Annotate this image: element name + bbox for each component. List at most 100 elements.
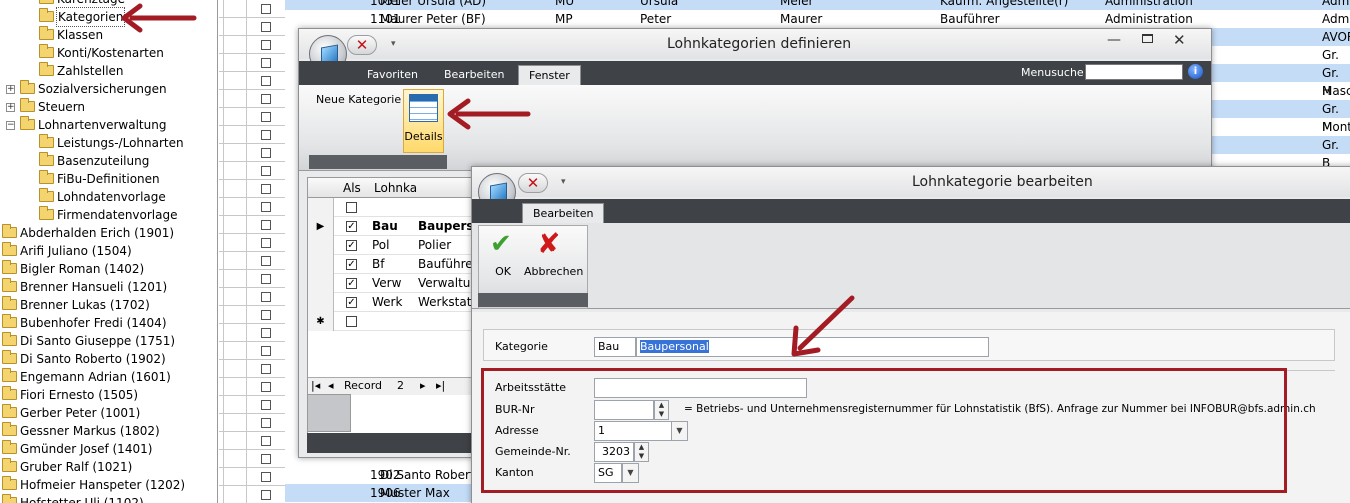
row-selector[interactable] [223,396,247,414]
row-selector[interactable] [223,0,247,18]
kategorie-code-field[interactable]: Bau [594,337,636,357]
row-checkbox[interactable] [261,94,271,104]
collapse-icon[interactable]: − [6,121,15,130]
row-checkbox[interactable] [346,316,357,327]
row-checkbox[interactable] [261,220,271,230]
tree-item[interactable]: Karenztage [0,0,217,8]
prev-record-icon[interactable]: ◂ [328,378,334,394]
row-selector[interactable] [223,162,247,180]
tab-favoriten[interactable]: Favoriten [357,65,428,85]
table-row[interactable]: ✓ Pol Polier [308,236,474,255]
tree-item[interactable]: Di Santo Giuseppe (1751) [0,332,217,350]
quick-access-dropdown-icon[interactable]: ▾ [391,39,396,49]
tree-item[interactable]: + Steuern [0,98,217,116]
row-selector[interactable] [223,36,247,54]
cancel-button[interactable]: ✘ Abbrechen [524,227,583,283]
row-checkbox[interactable] [261,238,271,248]
row-selector[interactable] [223,432,247,450]
new-row-icon[interactable]: ✱ [308,312,334,331]
column-header-als[interactable]: Als [343,181,361,195]
menusuche-input[interactable] [1085,64,1183,80]
row-checkbox[interactable] [261,310,271,320]
row-selector[interactable] [223,126,247,144]
row-checkbox[interactable] [261,454,271,464]
ok-button[interactable]: ✔ OK [486,229,520,283]
row-checkbox[interactable] [261,4,271,14]
current-row-icon[interactable]: ▶ [308,217,334,236]
kategorie-name-field[interactable]: Baupersonal [636,337,989,357]
row-selector[interactable] [223,18,247,36]
row-checkbox[interactable]: ✓ [346,240,357,251]
row-selector[interactable] [223,234,247,252]
maximize-icon[interactable] [1142,34,1153,43]
row-selector[interactable] [223,180,247,198]
last-record-icon[interactable]: ▸| [436,378,445,394]
details-button[interactable]: Details [403,89,444,153]
table-row[interactable]: ✱ [308,312,474,331]
quick-close-icon[interactable]: ✕ [518,173,548,193]
list-cell[interactable]: Mont [1212,118,1350,136]
tree-item[interactable]: Arifi Juliano (1504) [0,242,217,260]
tree-item[interactable]: Leistungs-/Lohnarten [0,134,217,152]
row-selector[interactable] [223,450,247,468]
row-checkbox[interactable] [261,148,271,158]
list-cell[interactable]: Gr. M [1212,100,1350,134]
table-row[interactable] [308,198,474,217]
row-selector[interactable] [223,324,247,342]
close-icon[interactable]: ✕ [1173,31,1186,49]
tree-item[interactable]: Gessner Markus (1802) [0,422,217,440]
next-record-icon[interactable]: ▸ [420,378,426,394]
minimize-icon[interactable]: — [1107,32,1121,48]
row-selector[interactable] [223,378,247,396]
list-cell[interactable]: Gr. B [1212,136,1350,170]
row-indicator[interactable] [308,293,334,312]
table-row[interactable]: ✓ Bf Bauführe [308,255,474,274]
row-checkbox[interactable] [261,40,271,50]
tab-bearbeiten[interactable]: Bearbeiten [522,203,605,223]
row-selector[interactable] [223,54,247,72]
row-checkbox[interactable] [261,400,271,410]
row-selector[interactable] [223,342,247,360]
row-selector[interactable] [223,216,247,234]
row-checkbox[interactable]: ✓ [346,297,357,308]
tree-item[interactable]: Basenzuteilung [0,152,217,170]
list-row[interactable]: 1101 Maurer Peter (BF) MP Peter Maurer Baufüh… [285,10,1350,28]
tree-item[interactable]: Gerber Peter (1001) [0,404,217,422]
tree-item[interactable]: Fiori Ernesto (1505) [0,386,217,404]
row-selector[interactable] [223,414,247,432]
row-selector[interactable] [223,144,247,162]
tree-item[interactable]: Gmünder Josef (1401) [0,440,217,458]
tab-fenster[interactable]: Fenster [518,65,581,85]
row-indicator[interactable] [308,274,334,293]
tree-item[interactable]: − Lohnartenverwaltung [0,116,217,134]
tree-item[interactable]: Zahlstellen [0,62,217,80]
tree-item[interactable]: Hofstetter Uli (1102) [0,494,217,503]
quick-close-icon[interactable]: ✕ [347,35,377,55]
tree-item[interactable]: Gruber Ralf (1021) [0,458,217,476]
tree-item[interactable]: Firmendatenvorlage [0,206,217,224]
table-row[interactable]: ✓ Verw Verwaltu [308,274,474,293]
row-indicator[interactable] [308,198,334,217]
tree-item[interactable]: Brenner Hansueli (1201) [0,278,217,296]
splitter-handle[interactable] [307,394,351,432]
row-selector[interactable] [223,252,247,270]
tree-item[interactable]: + Sozialversicherungen [0,80,217,98]
row-indicator[interactable] [308,255,334,274]
row-checkbox[interactable] [261,292,271,302]
tree-item[interactable]: Kategorien [0,7,217,27]
tree-item[interactable]: Lohndatenvorlage [0,188,217,206]
list-cell[interactable]: Gr. H [1212,64,1350,98]
row-checkbox[interactable] [261,328,271,338]
tree-item[interactable]: Abderhalden Erich (1901) [0,224,217,242]
row-checkbox[interactable] [261,364,271,374]
row-selector[interactable] [223,360,247,378]
row-checkbox[interactable] [261,184,271,194]
first-record-icon[interactable]: |◂ [311,378,320,394]
tree-item[interactable]: Di Santo Roberto (1902) [0,350,217,368]
row-checkbox[interactable] [261,418,271,428]
row-selector[interactable] [223,270,247,288]
row-checkbox[interactable] [261,166,271,176]
row-selector[interactable] [223,90,247,108]
info-icon[interactable]: i [1188,64,1203,79]
column-header-lohnkategorie[interactable]: Lohnka [374,181,417,195]
